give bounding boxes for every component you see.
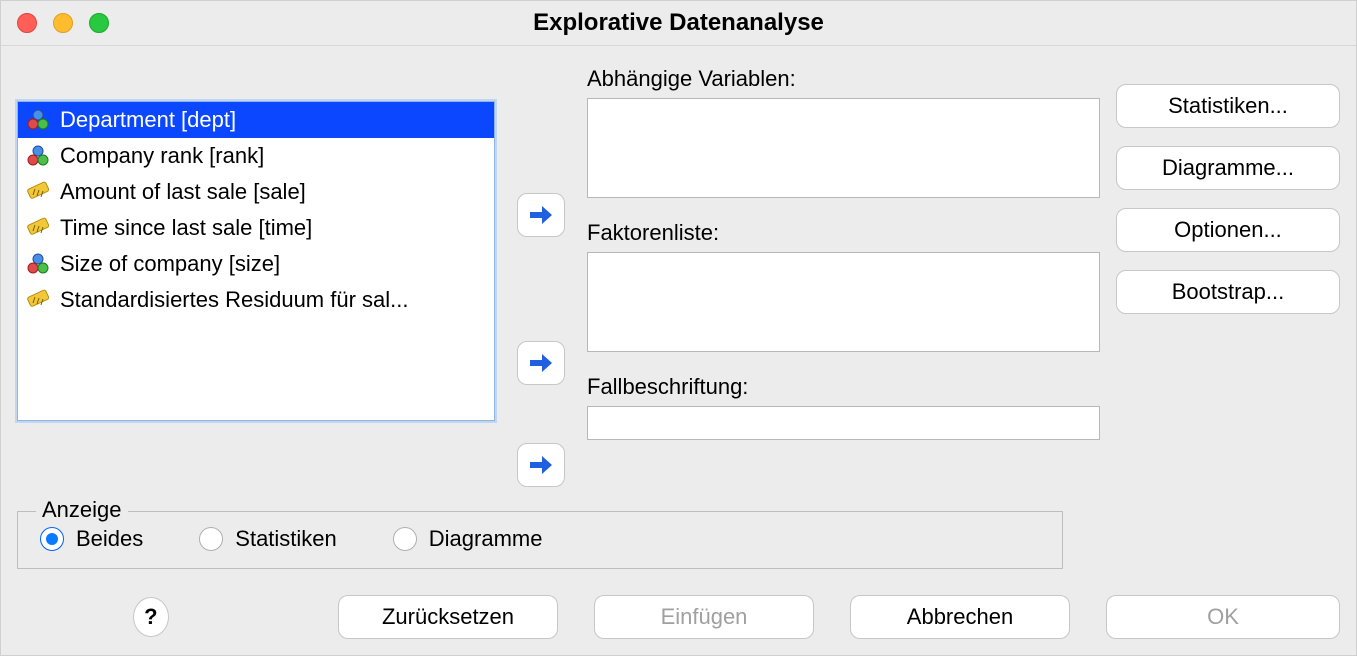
ok-button[interactable]: OK	[1106, 595, 1340, 639]
side-buttons: Statistiken... Diagramme... Optionen... …	[1116, 84, 1340, 487]
variable-label: Standardisiertes Residuum für sal...	[60, 287, 486, 313]
variable-label: Amount of last sale [sale]	[60, 179, 486, 205]
nominal-measure-icon	[26, 109, 52, 131]
transfer-column	[511, 101, 571, 487]
display-radio-row: Beides Statistiken Diagramme	[40, 526, 1040, 552]
top-area: Department [dept] Company rank [rank] Amou…	[17, 66, 1340, 487]
nominal-measure-icon	[26, 145, 52, 167]
move-to-dependent-button[interactable]	[517, 193, 565, 237]
display-legend: Anzeige	[36, 497, 128, 523]
display-plots-label: Diagramme	[429, 526, 543, 552]
scale-measure-icon	[26, 289, 52, 311]
radio-icon	[40, 527, 64, 551]
titlebar: Explorative Datenanalyse	[1, 1, 1356, 46]
display-both-label: Beides	[76, 526, 143, 552]
reset-button[interactable]: Zurücksetzen	[338, 595, 558, 639]
variable-item[interactable]: Size of company [size]	[18, 246, 494, 282]
radio-icon	[199, 527, 223, 551]
maximize-window-button[interactable]	[89, 13, 109, 33]
display-group: Anzeige Beides Statistiken Diagramme	[17, 511, 1063, 569]
minimize-window-button[interactable]	[53, 13, 73, 33]
display-both-radio[interactable]: Beides	[40, 526, 143, 552]
move-to-caselabel-button[interactable]	[517, 443, 565, 487]
arrow-right-icon	[528, 453, 554, 477]
traffic-lights	[1, 13, 109, 33]
statistics-button[interactable]: Statistiken...	[1116, 84, 1340, 128]
dependent-variable-list[interactable]	[587, 98, 1100, 198]
bottom-bar: ? Zurücksetzen Einfügen Abbrechen OK	[17, 595, 1340, 639]
close-window-button[interactable]	[17, 13, 37, 33]
move-to-factor-button[interactable]	[517, 341, 565, 385]
caselabel-label: Fallbeschriftung:	[587, 374, 1100, 400]
variable-item[interactable]: Company rank [rank]	[18, 138, 494, 174]
targets-column: Abhängige Variablen: Faktorenliste: Fall…	[587, 66, 1100, 487]
cancel-button[interactable]: Abbrechen	[850, 595, 1070, 639]
scale-measure-icon	[26, 181, 52, 203]
display-stats-label: Statistiken	[235, 526, 337, 552]
help-button[interactable]: ?	[133, 597, 169, 637]
variable-label: Department [dept]	[60, 107, 486, 133]
plots-button[interactable]: Diagramme...	[1116, 146, 1340, 190]
variable-item[interactable]: Time since last sale [time]	[18, 210, 494, 246]
variable-label: Size of company [size]	[60, 251, 486, 277]
arrow-right-icon	[528, 351, 554, 375]
source-variable-list[interactable]: Department [dept] Company rank [rank] Amou…	[17, 101, 495, 421]
dependent-label: Abhängige Variablen:	[587, 66, 1100, 92]
radio-icon	[393, 527, 417, 551]
variable-label: Company rank [rank]	[60, 143, 486, 169]
scale-measure-icon	[26, 217, 52, 239]
options-button[interactable]: Optionen...	[1116, 208, 1340, 252]
caselabel-field[interactable]	[587, 406, 1100, 440]
display-stats-radio[interactable]: Statistiken	[199, 526, 337, 552]
dialog-content: Department [dept] Company rank [rank] Amou…	[1, 46, 1356, 655]
nominal-measure-icon	[26, 253, 52, 275]
factor-list[interactable]	[587, 252, 1100, 352]
factor-list-label: Faktorenliste:	[587, 220, 1100, 246]
display-plots-radio[interactable]: Diagramme	[393, 526, 543, 552]
paste-button[interactable]: Einfügen	[594, 595, 814, 639]
variable-label: Time since last sale [time]	[60, 215, 486, 241]
variable-item[interactable]: Department [dept]	[18, 102, 494, 138]
dialog-window: Explorative Datenanalyse Department [dep…	[0, 0, 1357, 656]
variable-item[interactable]: Standardisiertes Residuum für sal...	[18, 282, 494, 318]
window-title: Explorative Datenanalyse	[1, 9, 1356, 37]
bootstrap-button[interactable]: Bootstrap...	[1116, 270, 1340, 314]
variable-item[interactable]: Amount of last sale [sale]	[18, 174, 494, 210]
arrow-right-icon	[528, 203, 554, 227]
